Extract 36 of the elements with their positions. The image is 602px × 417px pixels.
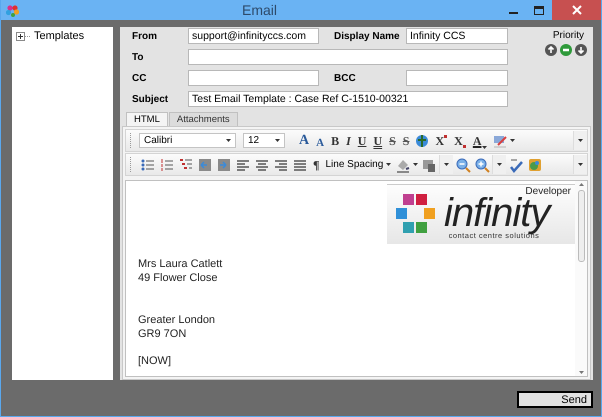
text-line: 49 Flower Close (138, 271, 218, 285)
field-label: Subject (132, 94, 170, 104)
grow-font-button[interactable]: A (296, 132, 312, 149)
tree-item[interactable]: Templates (34, 30, 84, 42)
text-line: Greater London (138, 313, 216, 327)
input-field[interactable]: support@infinityccs.com (188, 28, 319, 44)
font-size-dropdown[interactable]: 12 (243, 133, 285, 148)
field-label: BCC (334, 72, 357, 84)
subscript-button[interactable]: X (451, 132, 469, 149)
text-line: GR9 7ON (138, 327, 186, 341)
input-field[interactable]: Test Email Template : Case Ref C-1510-00321 (188, 91, 508, 107)
italic-button[interactable]: I (343, 132, 354, 149)
send-button[interactable]: Send (517, 391, 593, 408)
field-label: CC (132, 72, 148, 84)
text-line: Mrs Laura Catlett (138, 257, 222, 271)
superscript-button[interactable]: X (432, 132, 450, 149)
field-label: From (132, 30, 158, 42)
shrink-font-button[interactable]: A (313, 132, 328, 149)
double-underline-button[interactable]: U (370, 132, 386, 149)
field-label: Display Name (334, 30, 401, 42)
font-color-button[interactable]: A (470, 132, 490, 149)
input-field[interactable]: Infinity CCS (406, 28, 508, 44)
logo-caption: Developer (525, 186, 571, 197)
font-name-dropdown[interactable]: Calibri (139, 133, 236, 148)
underline-button[interactable]: U (354, 132, 370, 149)
priority-label: Priority (552, 30, 584, 41)
strikethrough-button[interactable]: S (386, 132, 399, 149)
tab[interactable]: HTML (126, 112, 168, 126)
text-line: [NOW] (138, 354, 171, 368)
bold-button[interactable]: B (328, 132, 342, 149)
tab[interactable]: Attachments (168, 112, 238, 126)
line-spacing-button[interactable]: Line Spacing (323, 159, 394, 170)
paragraph-marks-button[interactable]: ¶ (310, 156, 322, 173)
double-strikethrough-button[interactable]: S (400, 132, 412, 149)
window-title: Email (240, 2, 278, 18)
field-label: To (132, 52, 144, 62)
